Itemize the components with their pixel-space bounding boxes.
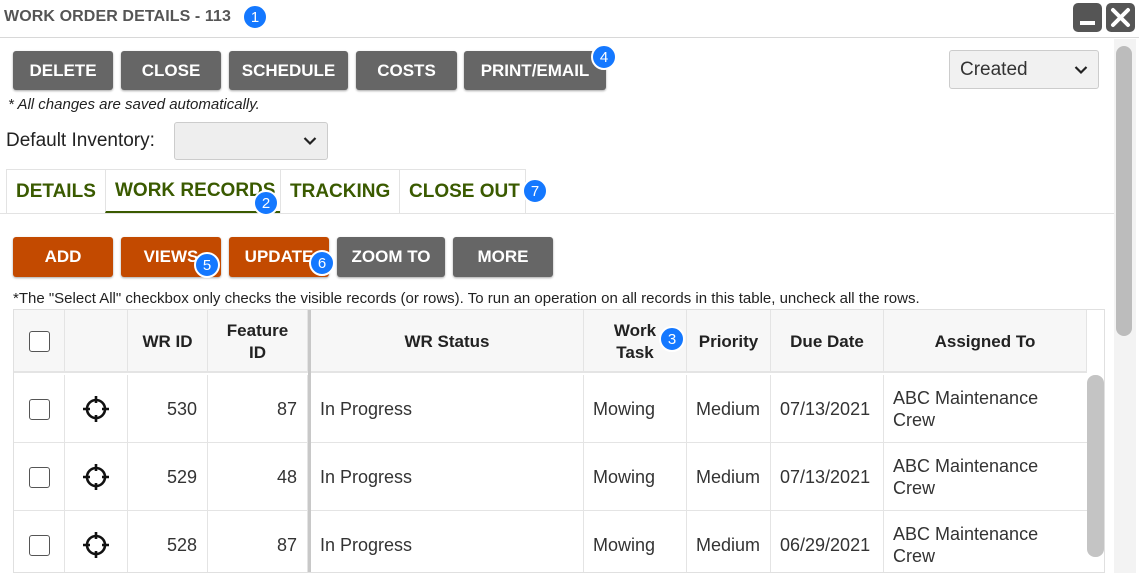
row-select-cell bbox=[14, 443, 65, 511]
wr-status-cell: In Progress bbox=[311, 443, 584, 511]
row-checkbox[interactable] bbox=[28, 534, 50, 556]
due-date-cell: 07/13/2021 bbox=[771, 443, 884, 511]
assigned-to-cell: ABC Maintenance Crew bbox=[893, 456, 1039, 498]
feature-id-header[interactable]: Feature ID bbox=[208, 310, 308, 373]
close-icon[interactable] bbox=[1106, 3, 1135, 32]
assigned-to-cell: ABC Maintenance Crew bbox=[893, 388, 1039, 430]
tab-label: WORK RECORDS bbox=[115, 179, 276, 201]
assigned-to-header[interactable]: Assigned To bbox=[884, 310, 1087, 373]
due-date-cell: 07/13/2021 bbox=[771, 375, 884, 443]
minimize-icon[interactable] bbox=[1073, 3, 1102, 32]
callout-1: 1 bbox=[242, 4, 268, 30]
crosshair-icon[interactable] bbox=[81, 394, 111, 424]
close-button[interactable]: CLOSE bbox=[121, 51, 221, 90]
chevron-down-icon bbox=[1074, 65, 1088, 74]
work-records-table: WR ID Feature ID WR Status Work Task Pri… bbox=[13, 309, 1105, 573]
row-select-cell bbox=[14, 375, 65, 443]
tab-label: CLOSE OUT bbox=[409, 180, 520, 202]
window-scrollbar-thumb[interactable] bbox=[1116, 46, 1132, 336]
priority-header[interactable]: Priority bbox=[687, 310, 771, 373]
due-date-header[interactable]: Due Date bbox=[771, 310, 884, 373]
assigned-to-cell: ABC Maintenance Crew bbox=[893, 524, 1039, 566]
status-value: Created bbox=[960, 58, 1028, 80]
row-locate-cell bbox=[65, 375, 128, 443]
priority-cell: Medium bbox=[687, 443, 771, 511]
work-task-cell: Mowing bbox=[584, 511, 687, 572]
autosave-note: * All changes are saved automatically. bbox=[8, 96, 260, 113]
table-header: WR ID Feature ID WR Status Work Task Pri… bbox=[14, 310, 1087, 373]
default-inventory-label: Default Inventory: bbox=[6, 130, 155, 151]
row-locate-cell bbox=[65, 511, 128, 572]
wr-status-header[interactable]: WR Status bbox=[311, 310, 584, 373]
row-select-cell bbox=[14, 511, 65, 572]
table-row[interactable]: 528 87 In Progress Mowing Medium 06/29/2… bbox=[14, 511, 1087, 572]
chevron-down-icon bbox=[303, 137, 317, 146]
select-all-note: *The "Select All" checkbox only checks t… bbox=[13, 290, 920, 307]
wr-id-cell: 530 bbox=[128, 375, 208, 443]
tab-label: DETAILS bbox=[16, 180, 96, 202]
wr-status-cell: In Progress bbox=[311, 511, 584, 572]
tab-divider bbox=[0, 213, 1114, 214]
frozen-column-separator bbox=[308, 310, 311, 572]
wr-status-cell: In Progress bbox=[311, 375, 584, 443]
priority-cell: Medium bbox=[687, 511, 771, 572]
print-email-button[interactable]: PRINT/EMAIL bbox=[464, 51, 606, 90]
tab-details[interactable]: DETAILS bbox=[6, 169, 106, 213]
wr-id-cell: 528 bbox=[128, 511, 208, 572]
feature-id-cell: 48 bbox=[208, 443, 308, 511]
tab-label: TRACKING bbox=[290, 180, 391, 202]
zoom-to-button[interactable]: ZOOM TO bbox=[337, 237, 445, 277]
tab-tracking[interactable]: TRACKING bbox=[280, 169, 400, 213]
table-scrollbar-thumb[interactable] bbox=[1087, 375, 1104, 557]
table-row[interactable]: 529 48 In Progress Mowing Medium 07/13/2… bbox=[14, 443, 1087, 511]
feature-id-cell: 87 bbox=[208, 375, 308, 443]
callout-3: 3 bbox=[659, 326, 685, 352]
more-button[interactable]: MORE bbox=[453, 237, 553, 277]
due-date-cell: 06/29/2021 bbox=[771, 511, 884, 572]
priority-cell: Medium bbox=[687, 375, 771, 443]
title-bar: WORK ORDER DETAILS - 113 bbox=[0, 0, 1139, 38]
schedule-button[interactable]: SCHEDULE bbox=[229, 51, 348, 90]
default-inventory-select[interactable] bbox=[174, 122, 328, 160]
work-task-cell: Mowing bbox=[584, 375, 687, 443]
tab-close-out[interactable]: CLOSE OUT bbox=[399, 169, 526, 213]
select-all-cell bbox=[14, 310, 65, 373]
costs-button[interactable]: COSTS bbox=[356, 51, 457, 90]
table-row[interactable]: 530 87 In Progress Mowing Medium 07/13/2… bbox=[14, 375, 1087, 443]
row-locate-cell bbox=[65, 443, 128, 511]
callout-2: 2 bbox=[253, 190, 279, 216]
wr-id-header[interactable]: WR ID bbox=[128, 310, 208, 373]
add-button[interactable]: ADD bbox=[13, 237, 113, 277]
delete-button[interactable]: DELETE bbox=[13, 51, 113, 90]
callout-7: 7 bbox=[522, 178, 548, 204]
callout-4: 4 bbox=[591, 44, 617, 70]
callout-6: 6 bbox=[309, 250, 335, 276]
select-all-checkbox[interactable] bbox=[28, 331, 50, 352]
callout-5: 5 bbox=[194, 252, 220, 278]
feature-id-cell: 87 bbox=[208, 511, 308, 572]
status-select[interactable]: Created bbox=[949, 50, 1099, 89]
crosshair-icon[interactable] bbox=[81, 462, 111, 492]
work-task-cell: Mowing bbox=[584, 443, 687, 511]
locate-column-header bbox=[65, 310, 128, 373]
window-title: WORK ORDER DETAILS - 113 bbox=[4, 8, 232, 25]
wr-id-cell: 529 bbox=[128, 443, 208, 511]
row-checkbox[interactable] bbox=[28, 398, 50, 420]
crosshair-icon[interactable] bbox=[81, 530, 111, 560]
row-checkbox[interactable] bbox=[28, 466, 50, 488]
